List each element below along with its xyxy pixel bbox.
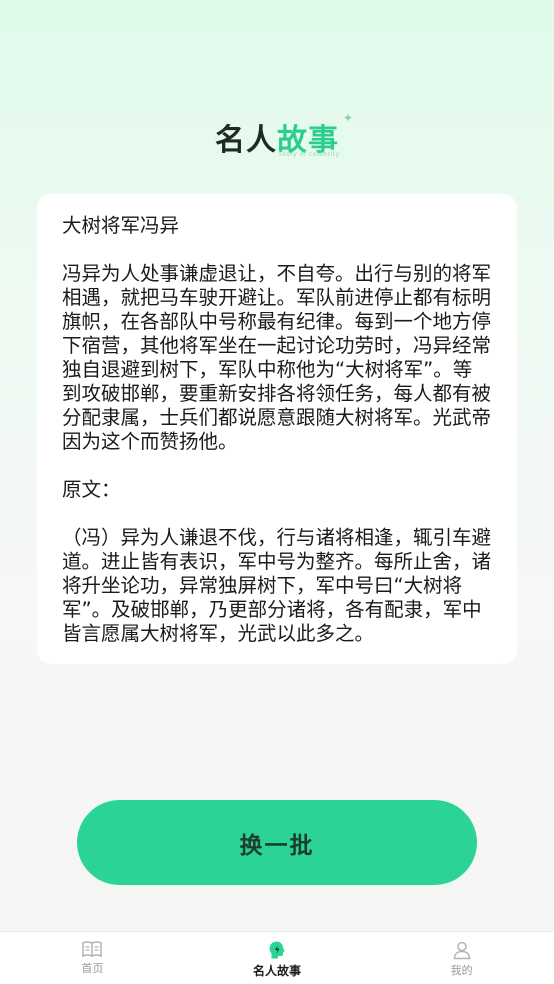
head-icon bbox=[269, 941, 285, 959]
tab-celebrity-stories-label: 名人故事 bbox=[252, 964, 301, 978]
bottom-tab-bar: 首页 名人故事 我的 bbox=[0, 931, 554, 984]
sparkle-icon: ✦ bbox=[342, 111, 353, 125]
person-icon bbox=[453, 941, 470, 960]
logo-text-dark: 名人 bbox=[215, 123, 277, 158]
tab-profile-label: 我的 bbox=[450, 964, 473, 977]
logo-subtitle: Story of celebrity bbox=[279, 151, 340, 158]
app-logo: 名人 故事 Story of celebrity ✦ bbox=[0, 111, 554, 162]
tab-celebrity-stories[interactable]: 名人故事 bbox=[217, 932, 337, 979]
tab-profile[interactable]: 我的 bbox=[402, 932, 522, 978]
book-icon bbox=[82, 941, 103, 958]
logo-wordmark: 名人 故事 Story of celebrity ✦ bbox=[215, 111, 353, 159]
tab-home[interactable]: 首页 bbox=[32, 932, 152, 976]
tab-home-label: 首页 bbox=[81, 962, 104, 975]
story-text: 大树将军冯异 冯异为人处事谦虚退让，不自夸。出行与别的将军相遇，就把马车驶开避让… bbox=[62, 214, 492, 645]
story-card[interactable]: 大树将军冯异 冯异为人处事谦虚退让，不自夸。出行与别的将军相遇，就把马车驶开避让… bbox=[37, 194, 517, 664]
refresh-button[interactable]: 换一批 bbox=[77, 800, 477, 885]
